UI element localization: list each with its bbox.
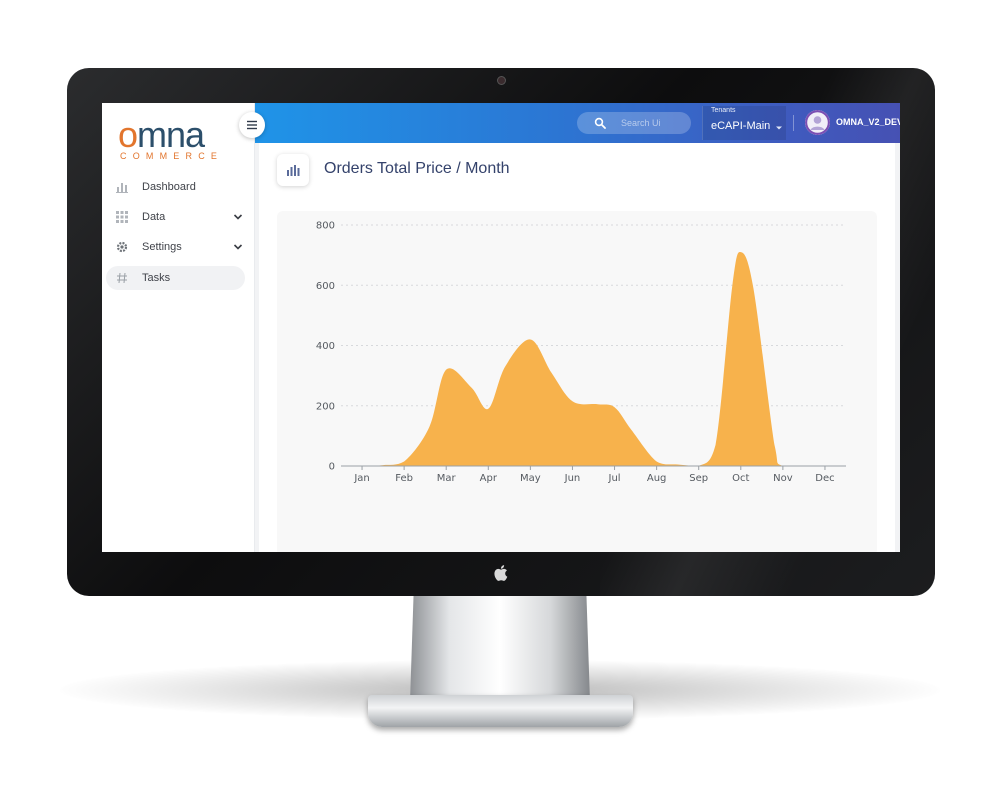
x-tick-label: May — [520, 473, 541, 484]
y-tick-label: 800 — [316, 221, 335, 232]
chevron-down-icon[interactable] — [233, 242, 243, 252]
x-tick-label: Jul — [608, 473, 621, 484]
sidebar-item-data[interactable]: Data — [106, 205, 245, 229]
user-icon — [805, 110, 830, 135]
avatar[interactable] — [805, 110, 830, 135]
sidebar-item-dashboard[interactable]: Dashboard — [106, 175, 245, 199]
sidebar-item-label: Settings — [142, 241, 182, 253]
search-input[interactable] — [621, 115, 685, 131]
menu-toggle-button[interactable] — [239, 112, 265, 138]
brand-tagline: COMMERCE — [120, 151, 224, 161]
bar-chart-icon — [116, 181, 128, 193]
camera-icon — [497, 76, 506, 85]
x-tick-label: Oct — [732, 473, 749, 484]
tenant-select[interactable]: Tenants eCAPI-Main — [702, 106, 786, 140]
series-area — [362, 252, 825, 466]
y-tick-label: 200 — [316, 401, 335, 412]
orders-area-chart: 0 200 400 600 800 Jan Feb Mar Apr May Jun Jul Aug Sep… — [316, 221, 846, 484]
sidebar: omna COMMERCE Dashboard Data Settings Ta… — [102, 103, 255, 552]
brand-logo[interactable]: omna COMMERCE — [118, 117, 248, 165]
y-tick-label: 600 — [316, 281, 335, 292]
apple-logo-icon — [494, 565, 508, 581]
sidebar-item-label: Dashboard — [142, 181, 196, 193]
page-title: Orders Total Price / Month — [324, 160, 510, 177]
top-bar: Tenants eCAPI-Main OMNA_V2_DEV — [254, 103, 900, 143]
x-tick-label: Nov — [773, 473, 793, 484]
tenant-caption: Tenants — [711, 107, 736, 114]
caret-down-icon[interactable] — [776, 125, 782, 131]
y-tick-label: 0 — [329, 462, 335, 473]
gear-icon — [116, 241, 128, 253]
sidebar-item-label: Data — [142, 211, 166, 223]
sidebar-item-label: Tasks — [142, 272, 171, 284]
x-tick-label: Apr — [480, 473, 498, 484]
x-tick-label: Jan — [353, 473, 369, 484]
user-name[interactable]: OMNA_V2_DEV — [836, 117, 900, 127]
x-tick-label: Feb — [395, 473, 413, 484]
divider — [793, 115, 794, 131]
grid-icon — [116, 211, 128, 223]
hamburger-icon — [247, 120, 257, 130]
chevron-down-icon[interactable] — [233, 212, 243, 222]
x-tick-label: Aug — [647, 473, 667, 484]
chart-icon — [277, 154, 309, 186]
chart-card: 0 200 400 600 800 Jan Feb Mar Apr May Jun Jul Aug Sep… — [277, 211, 877, 552]
main-content: Orders Total Price / Month 0 200 400 600 800… — [259, 143, 895, 552]
y-tick-label: 400 — [316, 341, 335, 352]
x-tick-label: Sep — [689, 473, 708, 484]
sidebar-item-settings[interactable]: Settings — [106, 235, 245, 259]
brand-wordmark: omna — [118, 114, 205, 155]
app-screen: Tenants eCAPI-Main OMNA_V2_DEV omna COMM… — [102, 103, 900, 552]
tenant-value[interactable]: eCAPI-Main — [711, 120, 770, 132]
hash-icon — [116, 272, 128, 284]
monitor-stand-base — [368, 695, 633, 727]
monitor-stand — [410, 594, 590, 702]
x-tick-label: Dec — [815, 473, 834, 484]
sidebar-item-tasks[interactable]: Tasks — [106, 266, 245, 290]
x-tick-label: Mar — [437, 473, 457, 484]
search-icon[interactable] — [594, 117, 606, 129]
search-box[interactable] — [577, 112, 691, 134]
x-tick-label: Jun — [564, 473, 581, 484]
